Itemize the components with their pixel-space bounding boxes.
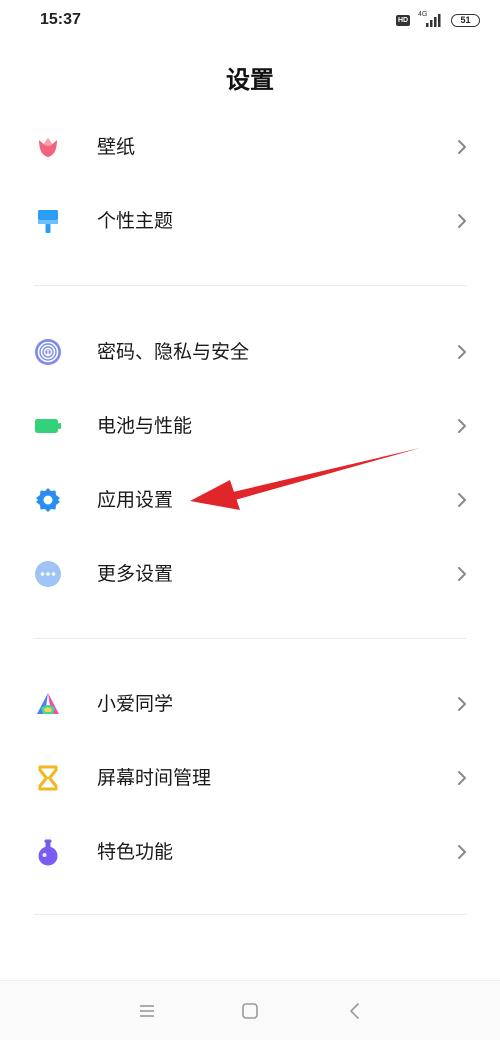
settings-item-label: 壁纸 [97,136,136,158]
page-title: 设置 [226,66,274,94]
settings-item-label: 小爱同学 [97,693,174,715]
settings-item-xiaoai[interactable]: 小爱同学 [0,674,500,734]
chevron-right-icon [458,771,466,785]
navigation-bar [0,980,500,1040]
settings-item-battery[interactable]: 电池与性能 [0,396,500,456]
back-icon[interactable] [343,999,367,1023]
hd-badge: HD [396,15,410,26]
hourglass-icon [38,765,58,791]
chevron-right-icon [458,845,466,859]
paint-brush-icon [38,210,58,233]
chevron-right-icon [458,493,466,507]
flask-icon [38,839,58,866]
chevron-right-icon [458,214,466,228]
more-dots-icon [35,561,61,587]
settings-item-label: 个性主题 [97,210,174,232]
fingerprint-icon [35,339,61,365]
chevron-right-icon [458,567,466,581]
settings-item-label: 应用设置 [97,489,174,511]
gear-icon [36,488,60,512]
battery-icon [35,419,61,433]
settings-item-label: 密码、隐私与安全 [97,341,250,363]
settings-item-wallpaper[interactable]: 壁纸 [0,117,500,177]
settings-item-privacy[interactable]: 密码、隐私与安全 [0,322,500,382]
settings-item-label: 特色功能 [97,841,174,863]
xiaoai-icon [37,693,59,714]
settings-item-label: 电池与性能 [97,415,193,437]
section-divider [34,914,467,915]
settings-item-screen-time[interactable]: 屏幕时间管理 [0,748,500,808]
section-divider [34,638,467,639]
section-divider [34,285,467,286]
settings-item-label: 屏幕时间管理 [97,767,212,789]
chevron-right-icon [458,419,466,433]
home-icon[interactable] [238,999,262,1023]
settings-item-label: 更多设置 [97,563,174,585]
tulip-icon [39,138,57,157]
settings-item-theme[interactable]: 个性主题 [0,191,500,251]
chevron-right-icon [458,697,466,711]
settings-item-more[interactable]: 更多设置 [0,544,500,604]
signal-icon [426,14,441,27]
settings-item-features[interactable]: 特色功能 [0,822,500,882]
status-time: 15:37 [40,11,81,28]
status-bar: 15:37 HD 4G 51 [0,0,500,44]
menu-icon[interactable] [135,999,159,1023]
battery-indicator: 51 [451,14,480,27]
chevron-right-icon [458,345,466,359]
chevron-right-icon [458,140,466,154]
settings-item-app-settings[interactable]: 应用设置 [0,470,500,530]
